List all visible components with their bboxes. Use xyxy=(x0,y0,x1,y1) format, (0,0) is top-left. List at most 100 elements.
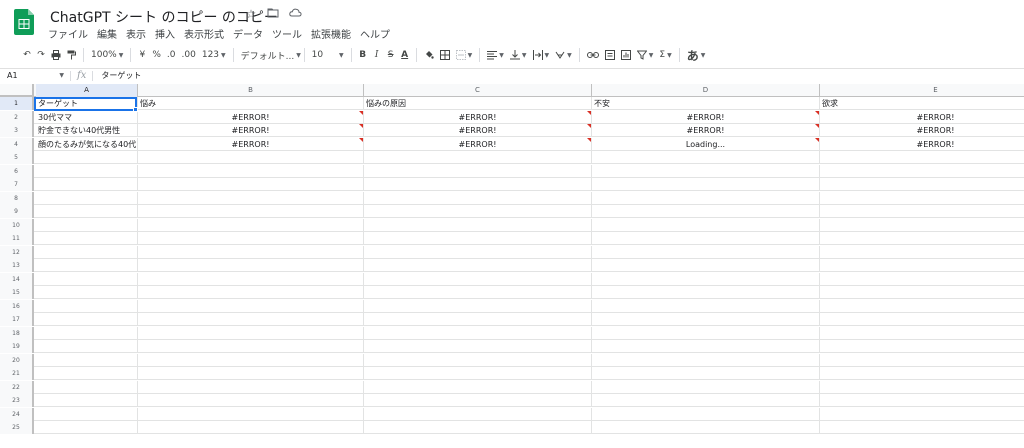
menu-extensions[interactable]: 拡張機能 xyxy=(311,26,351,41)
cell-d22[interactable] xyxy=(592,380,820,394)
cell-c15[interactable] xyxy=(364,286,592,299)
borders-icon[interactable] xyxy=(437,46,453,64)
cell-b3[interactable]: #ERROR! xyxy=(138,124,364,137)
zoom-select[interactable]: 100% ▼ xyxy=(88,46,126,64)
font-select[interactable]: デフォルト... ▼ xyxy=(238,46,301,64)
column-header-c[interactable]: C xyxy=(364,84,592,97)
cell-b10[interactable] xyxy=(138,218,364,232)
cell-e4[interactable]: #ERROR! xyxy=(820,138,1024,151)
cell-d1[interactable]: 不安 xyxy=(592,97,820,110)
cloud-status-icon[interactable] xyxy=(288,7,302,21)
cell-a18[interactable] xyxy=(36,326,138,340)
cell-b2[interactable]: #ERROR! xyxy=(138,110,364,124)
cell-e1[interactable]: 欲求 xyxy=(820,97,1024,110)
strikethrough-button[interactable]: S xyxy=(384,46,398,64)
cell-d11[interactable] xyxy=(592,232,820,245)
cell-a13[interactable] xyxy=(36,259,138,272)
cell-d2[interactable]: #ERROR! xyxy=(592,110,820,124)
sheets-logo-icon[interactable] xyxy=(14,9,34,35)
cell-c21[interactable] xyxy=(364,367,592,380)
cell-e14[interactable] xyxy=(820,273,1024,286)
cell-e7[interactable] xyxy=(820,178,1024,191)
cell-e18[interactable] xyxy=(820,327,1024,340)
cell-e23[interactable] xyxy=(820,394,1024,407)
filter-icon[interactable]: ▼ xyxy=(634,46,657,64)
error-flag-icon[interactable] xyxy=(815,110,819,115)
cell-a14[interactable] xyxy=(36,272,138,286)
cell-b20[interactable] xyxy=(138,353,364,367)
row-header[interactable]: 20 xyxy=(0,353,34,367)
cell-c8[interactable] xyxy=(364,191,592,205)
cell-c1[interactable]: 悩みの原因 xyxy=(364,97,592,110)
cell-e16[interactable] xyxy=(820,300,1024,313)
cell-e20[interactable] xyxy=(820,354,1024,367)
cell-b19[interactable] xyxy=(138,340,364,353)
row-header[interactable]: 2 xyxy=(0,110,34,124)
insert-link-icon[interactable] xyxy=(584,46,602,64)
cell-e9[interactable] xyxy=(820,205,1024,218)
cell-e5[interactable] xyxy=(820,151,1024,164)
functions-icon[interactable]: Σ ▼ xyxy=(656,46,674,64)
percent-format-button[interactable]: % xyxy=(149,46,164,64)
error-flag-icon[interactable] xyxy=(587,124,591,128)
cell-d19[interactable] xyxy=(592,340,820,353)
cell-b18[interactable] xyxy=(138,326,364,340)
row-header[interactable]: 6 xyxy=(0,164,34,178)
error-flag-icon[interactable] xyxy=(359,110,363,115)
cell-e24[interactable] xyxy=(820,408,1024,421)
menu-edit[interactable]: 編集 xyxy=(97,26,117,41)
cell-d6[interactable] xyxy=(592,164,820,178)
cell-c20[interactable] xyxy=(364,353,592,367)
cell-b11[interactable] xyxy=(138,232,364,245)
cell-d10[interactable] xyxy=(592,218,820,232)
cell-d5[interactable] xyxy=(592,151,820,164)
cell-c12[interactable] xyxy=(364,245,592,259)
cell-c2[interactable]: #ERROR! xyxy=(364,110,592,124)
currency-format-button[interactable]: ¥ xyxy=(135,46,149,64)
cell-d15[interactable] xyxy=(592,286,820,299)
cell-a24[interactable] xyxy=(36,407,138,421)
redo-icon[interactable]: ↷ xyxy=(34,46,48,64)
cell-b5[interactable] xyxy=(138,151,364,164)
cell-a25[interactable] xyxy=(36,421,138,434)
row-header[interactable]: 15 xyxy=(0,286,34,299)
menu-format[interactable]: 表示形式 xyxy=(184,26,224,41)
horizontal-align-icon[interactable]: ▼ xyxy=(484,46,507,64)
cell-e17[interactable] xyxy=(820,313,1024,326)
text-rotation-icon[interactable]: ▼ xyxy=(552,46,575,64)
cell-c17[interactable] xyxy=(364,313,592,326)
row-header[interactable]: 8 xyxy=(0,191,34,205)
row-header[interactable]: 10 xyxy=(0,218,34,232)
cell-c16[interactable] xyxy=(364,299,592,313)
cell-c25[interactable] xyxy=(364,421,592,434)
cell-b14[interactable] xyxy=(138,272,364,286)
cell-a10[interactable] xyxy=(36,218,138,232)
error-flag-icon[interactable] xyxy=(359,137,363,142)
cell-d17[interactable] xyxy=(592,313,820,326)
cell-a19[interactable] xyxy=(36,340,138,353)
cell-b25[interactable] xyxy=(138,421,364,434)
cell-b15[interactable] xyxy=(138,286,364,299)
cell-a5[interactable] xyxy=(36,151,138,164)
cell-e6[interactable] xyxy=(820,165,1024,178)
cell-a4[interactable]: 顔のたるみが気になる40代 xyxy=(36,137,138,151)
cell-b13[interactable] xyxy=(138,259,364,272)
insert-comment-icon[interactable] xyxy=(602,46,618,64)
move-folder-icon[interactable] xyxy=(266,7,280,21)
column-header-e[interactable]: E xyxy=(820,84,1024,97)
menu-help[interactable]: ヘルプ xyxy=(360,26,390,41)
font-size-select[interactable]: 10 ▼ xyxy=(309,46,347,64)
cell-e3[interactable]: #ERROR! xyxy=(820,124,1024,137)
row-header[interactable]: 12 xyxy=(0,245,34,259)
column-header-a[interactable]: A xyxy=(36,84,138,97)
formula-input[interactable]: ターゲット xyxy=(101,70,141,81)
error-flag-icon[interactable] xyxy=(587,110,591,115)
column-header-b[interactable]: B xyxy=(138,84,364,97)
cell-e22[interactable] xyxy=(820,381,1024,394)
italic-button[interactable]: I xyxy=(370,46,384,64)
cell-e21[interactable] xyxy=(820,367,1024,380)
cell-e13[interactable] xyxy=(820,259,1024,272)
cell-a11[interactable] xyxy=(36,232,138,245)
print-icon[interactable] xyxy=(48,46,64,64)
cell-c13[interactable] xyxy=(364,259,592,272)
